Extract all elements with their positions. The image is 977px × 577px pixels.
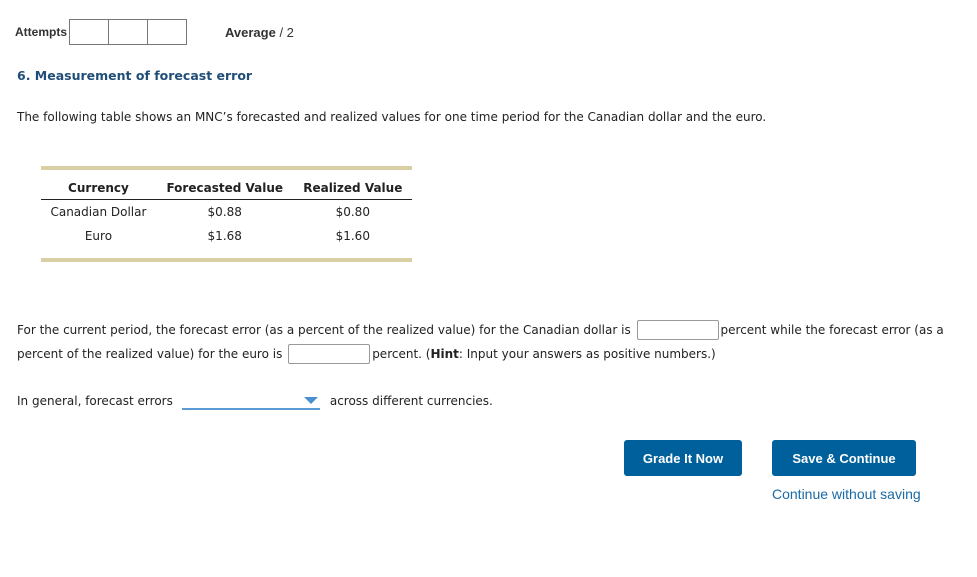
realized-cell: $1.60	[335, 229, 370, 243]
forecast-table: Currency Forecasted Value Realized Value…	[41, 166, 412, 262]
hint-text: : Input your answers as positive numbers…	[458, 347, 716, 361]
attempt-boxes	[69, 19, 188, 45]
hint-label: Hint	[430, 347, 459, 361]
table-row: Euro $1.68 $1.60	[41, 224, 412, 258]
save-and-continue-button[interactable]: Save & Continue	[772, 440, 916, 476]
table-row: Canadian Dollar $0.88 $0.80	[41, 200, 412, 225]
general-statement: In general, forecast errors across diffe…	[17, 392, 493, 410]
realized-cell: $0.80	[335, 205, 370, 219]
forecast-error-question: For the current period, the forecast err…	[17, 318, 957, 366]
column-header: Currency	[41, 170, 156, 200]
attempts-indicator: Attempts	[15, 19, 188, 45]
general-prefix: In general, forecast errors	[17, 394, 173, 408]
chevron-down-icon[interactable]	[303, 397, 318, 404]
question-title: 6. Measurement of forecast error	[17, 68, 253, 83]
cad-forecast-error-input[interactable]	[636, 319, 719, 340]
general-suffix: across different currencies.	[329, 394, 493, 408]
forecasted-cell: $0.88	[207, 205, 242, 219]
table-header-row: Currency Forecasted Value Realized Value	[41, 170, 412, 200]
average-score: Average / 2	[225, 25, 294, 40]
average-label: Average	[225, 25, 276, 40]
table-bottom-rule	[41, 258, 412, 262]
average-suffix: / 2	[279, 25, 294, 40]
attempts-label: Attempts	[15, 25, 68, 39]
column-header: Realized Value	[293, 170, 412, 200]
forecasted-cell: $1.68	[207, 229, 242, 243]
attempt-box	[108, 19, 149, 45]
paragraph-text-3: percent. (	[372, 347, 431, 361]
attempt-box	[69, 19, 110, 45]
euro-forecast-error-input[interactable]	[288, 343, 371, 364]
grade-it-now-button[interactable]: Grade It Now	[624, 440, 742, 476]
column-header: Forecasted Value	[155, 170, 294, 200]
currency-cell: Euro	[84, 229, 113, 243]
paragraph-text-1: For the current period, the forecast err…	[17, 323, 631, 337]
attempt-box	[147, 19, 188, 45]
continue-without-saving-link[interactable]: Continue without saving	[772, 486, 921, 502]
forecast-errors-dropdown[interactable]	[181, 392, 320, 410]
currency-cell: Canadian Dollar	[50, 205, 147, 219]
question-intro: The following table shows an MNC’s forec…	[17, 110, 767, 124]
